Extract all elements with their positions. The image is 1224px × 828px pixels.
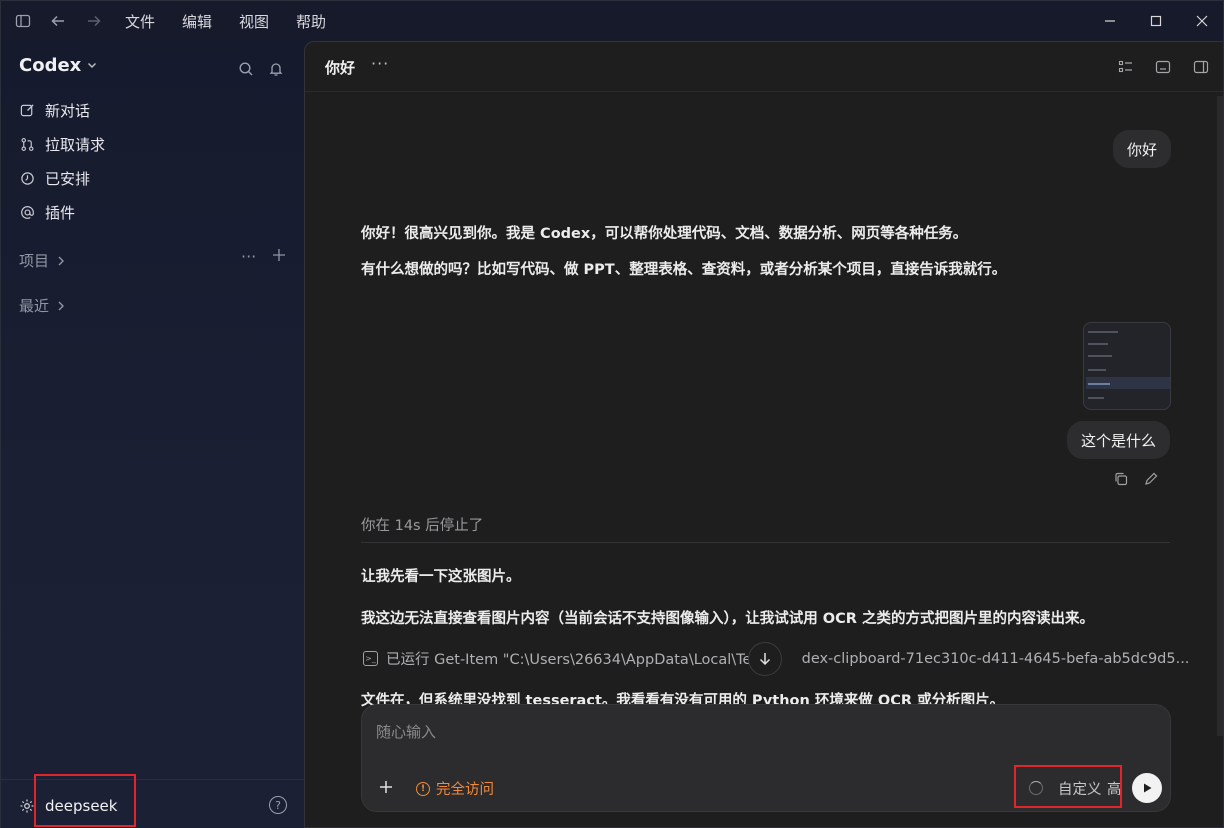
chevron-right-icon <box>57 297 65 315</box>
send-button[interactable] <box>1132 773 1162 803</box>
nav-label: 拉取请求 <box>45 135 106 154</box>
minimize-button[interactable] <box>1097 9 1123 33</box>
gear-icon[interactable] <box>19 798 35 814</box>
assistant-message: 你好！很高兴见到你。我是 Codex，可以帮你处理代码、文档、数据分析、网页等各… <box>361 226 968 242</box>
chevron-down-icon <box>87 59 97 73</box>
nav-label: 插件 <box>45 203 76 222</box>
access-label: 完全访问 <box>436 782 494 798</box>
user-message: 你好 <box>1113 130 1172 168</box>
search-icon[interactable] <box>236 59 256 79</box>
back-arrow-icon[interactable] <box>48 11 68 31</box>
edit-icon <box>19 102 35 118</box>
sidebar-toggle-icon[interactable] <box>13 11 33 31</box>
main-panel: 你好 ··· 你好 你好！很高兴见到你。我是 Codex，可以帮你处理代码、文档… <box>304 41 1223 827</box>
nav-plugins[interactable]: 插件 <box>19 200 75 224</box>
chevron-right-icon <box>57 252 65 270</box>
access-level-button[interactable]: ! 完全访问 <box>416 778 494 799</box>
add-attachment-button[interactable] <box>376 777 396 797</box>
projects-more-icon[interactable]: ··· <box>241 247 256 266</box>
nav-scheduled[interactable]: 已安排 <box>19 166 90 190</box>
highlight-box <box>34 774 136 827</box>
message-input[interactable] <box>376 723 1076 741</box>
section-recent[interactable]: 最近 <box>19 295 65 316</box>
user-message: 这个是什么 <box>1067 421 1171 459</box>
edit-message-icon[interactable] <box>1143 471 1159 487</box>
at-icon <box>19 204 35 220</box>
side-panel-icon[interactable] <box>1192 58 1210 76</box>
message-text: 你好 <box>1127 140 1158 159</box>
app-window: 文件 编辑 视图 帮助 Codex 新对话 拉取请求 已安排 插件 项目 ···… <box>0 0 1224 828</box>
assistant-message: 有什么想做的吗？比如写代码、做 PPT、整理表格、查资料，或者分析某个项目，直接… <box>361 262 1007 278</box>
menu-help[interactable]: 帮助 <box>296 11 326 32</box>
nav-label: 已安排 <box>45 169 91 188</box>
terminal-panel-icon[interactable] <box>1154 58 1172 76</box>
command-text: 已运行 Get-Item "C:\Users\26634\AppData\Loc… <box>386 652 766 668</box>
copy-icon[interactable] <box>1113 471 1129 487</box>
brand-switcher[interactable]: Codex <box>19 55 97 76</box>
highlight-box <box>1014 765 1122 808</box>
task-list-icon[interactable] <box>1117 58 1135 76</box>
nav-pull-requests[interactable]: 拉取请求 <box>19 132 105 156</box>
add-project-icon[interactable] <box>272 247 286 266</box>
menu-view[interactable]: 视图 <box>239 11 269 32</box>
assistant-message: 我这边无法直接查看图片内容（当前会话不支持图像输入），让我试试用 OCR 之类的… <box>361 611 1094 627</box>
terminal-icon: >_ <box>363 651 378 666</box>
close-button[interactable] <box>1189 9 1215 33</box>
brand-name: Codex <box>19 55 82 76</box>
message-text: 这个是什么 <box>1081 431 1157 450</box>
section-recent-label: 最近 <box>19 297 50 315</box>
assistant-message: 让我先看一下这张图片。 <box>361 569 521 585</box>
divider <box>361 542 1170 543</box>
thread-title: 你好 <box>325 59 356 77</box>
pull-request-icon <box>19 136 35 152</box>
menu-file[interactable]: 文件 <box>125 11 155 32</box>
bell-icon[interactable] <box>266 59 286 79</box>
scroll-to-bottom-button[interactable] <box>748 642 782 676</box>
stopped-note: 你在 14s 后停止了 <box>361 518 484 534</box>
command-text-tail: dex-clipboard-71ec310c-d411-4645-befa-ab… <box>801 650 1190 667</box>
thread-header: 你好 ··· <box>305 42 1223 92</box>
nav-new-chat[interactable]: 新对话 <box>19 98 90 122</box>
section-projects[interactable]: 项目 <box>19 250 65 271</box>
warning-icon: ! <box>416 781 430 796</box>
maximize-button[interactable] <box>1143 9 1169 33</box>
clock-icon <box>19 170 35 186</box>
title-bar: 文件 编辑 视图 帮助 <box>1 1 1224 41</box>
thread-more-icon[interactable]: ··· <box>371 54 389 73</box>
section-projects-label: 项目 <box>19 252 50 270</box>
menu-edit[interactable]: 编辑 <box>182 11 212 32</box>
forward-arrow-icon[interactable] <box>84 11 104 31</box>
sidebar: Codex 新对话 拉取请求 已安排 插件 项目 ··· 最近 deepseek… <box>1 41 304 828</box>
nav-label: 新对话 <box>45 101 91 120</box>
scrollbar[interactable] <box>1217 96 1223 736</box>
help-icon[interactable]: ? <box>269 796 287 814</box>
attached-image-thumbnail[interactable] <box>1083 322 1171 410</box>
